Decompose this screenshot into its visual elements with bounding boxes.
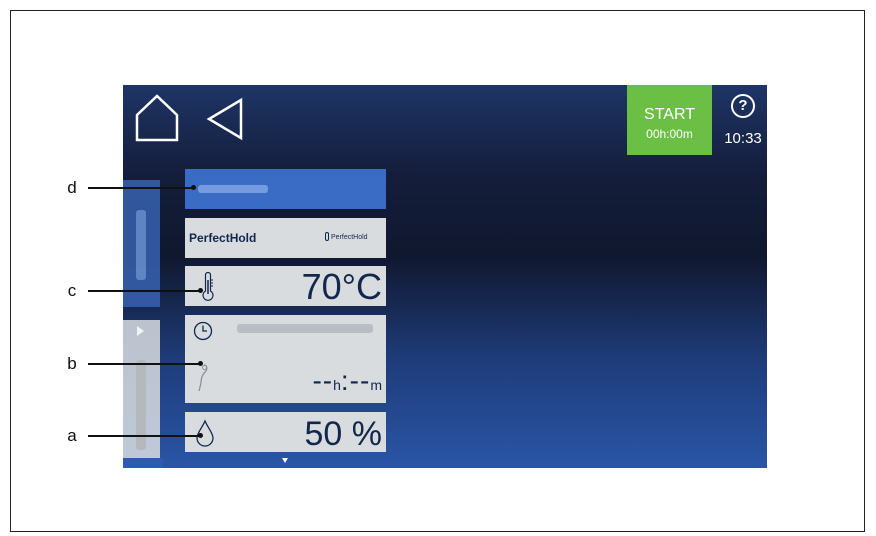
callout-d: d — [67, 178, 77, 197]
perfecthold-logo-text: PerfectHold — [331, 234, 368, 241]
callout-dot-a — [198, 433, 203, 438]
clock-icon — [193, 321, 213, 341]
start-button[interactable]: START 00h:00m — [627, 85, 712, 155]
callout-dot-d — [191, 185, 196, 190]
callout-b: b — [67, 354, 77, 373]
perfecthold-title: PerfectHold — [189, 231, 257, 245]
callout-line-a — [88, 435, 200, 437]
callout-dot-c — [198, 288, 203, 293]
program-name-label — [198, 185, 268, 193]
callout-line-c — [88, 290, 200, 292]
perfecthold-logo: PerfectHold — [325, 232, 368, 241]
home-icon[interactable] — [133, 93, 181, 143]
side-tab-upper-label — [136, 210, 146, 280]
help-icon[interactable]: ? — [731, 94, 755, 118]
timer-hours: -- — [312, 365, 334, 396]
perfecthold-panel[interactable]: PerfectHold PerfectHold — [185, 218, 386, 258]
temperature-value: 70°C — [301, 266, 382, 307]
callout-dot-b — [198, 361, 203, 366]
callout-line-b — [88, 363, 200, 365]
timer-panel[interactable]: --h:--m — [185, 315, 386, 403]
timer-minutes: -- — [349, 365, 371, 396]
thermometer-icon — [202, 272, 214, 301]
expand-arrow-icon[interactable] — [137, 326, 144, 336]
start-time: 00h:00m — [646, 127, 693, 141]
humidity-panel[interactable]: 50 % — [185, 412, 386, 453]
back-icon[interactable] — [205, 97, 245, 141]
start-label: START — [644, 106, 695, 123]
probe-icon — [198, 364, 208, 392]
callout-a: a — [67, 426, 77, 445]
timer-value: --h:--m — [312, 365, 382, 401]
timer-separator: : — [340, 365, 350, 396]
timer-mode-label — [237, 324, 373, 333]
humidity-value: 50 % — [304, 415, 383, 453]
clock-display: 10:33 — [724, 130, 762, 147]
temperature-panel[interactable]: 70°C — [185, 266, 386, 307]
scroll-down-icon[interactable] — [282, 458, 288, 463]
oven-screen: START 00h:00m ? 10:33 PerfectHold Perfec… — [123, 85, 767, 468]
perfecthold-logo-icon — [325, 232, 329, 241]
callout-c: c — [67, 281, 77, 300]
side-bottom-bar — [123, 458, 163, 468]
timer-hours-unit: h — [333, 377, 341, 393]
callout-line-d — [88, 187, 193, 189]
timer-minutes-unit: m — [370, 377, 382, 393]
